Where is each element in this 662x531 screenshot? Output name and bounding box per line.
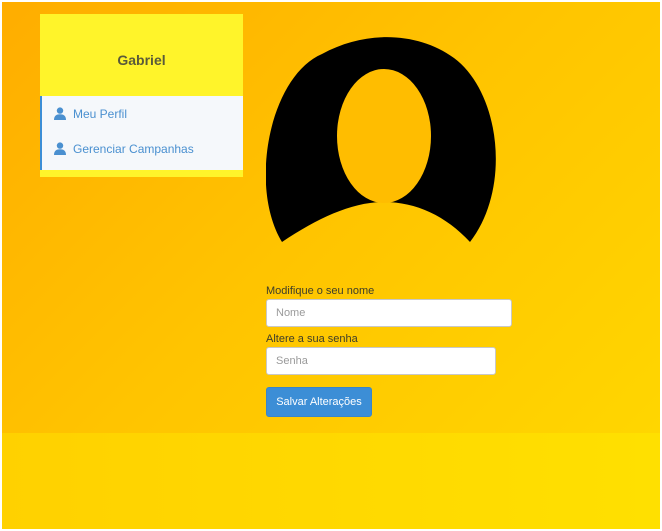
sidebar-item-meu-perfil[interactable]: Meu Perfil (42, 97, 242, 131)
save-changes-button[interactable]: Salvar Alterações (266, 387, 372, 417)
default-avatar-icon (266, 37, 496, 242)
user-icon (54, 142, 66, 155)
sidebar-item-gerenciar-campanhas[interactable]: Gerenciar Campanhas (42, 132, 242, 166)
sidebar-item-label: Gerenciar Campanhas (73, 142, 194, 156)
sidebar-item-label: Meu Perfil (73, 107, 128, 121)
sidebar: Gabriel Meu Perfil Gerenciar Campanhas (40, 14, 243, 177)
name-field-label: Modifique o seu nome (266, 285, 375, 297)
sidebar-menu: Meu Perfil Gerenciar Campanhas (40, 96, 243, 170)
user-name: Gabriel (117, 52, 166, 68)
page-background: Gabriel Meu Perfil Gerenciar Campanhas M… (2, 2, 660, 529)
password-field-label: Altere a sua senha (266, 333, 358, 345)
password-input[interactable] (266, 347, 496, 375)
user-icon (54, 107, 66, 120)
name-input[interactable] (266, 299, 512, 327)
